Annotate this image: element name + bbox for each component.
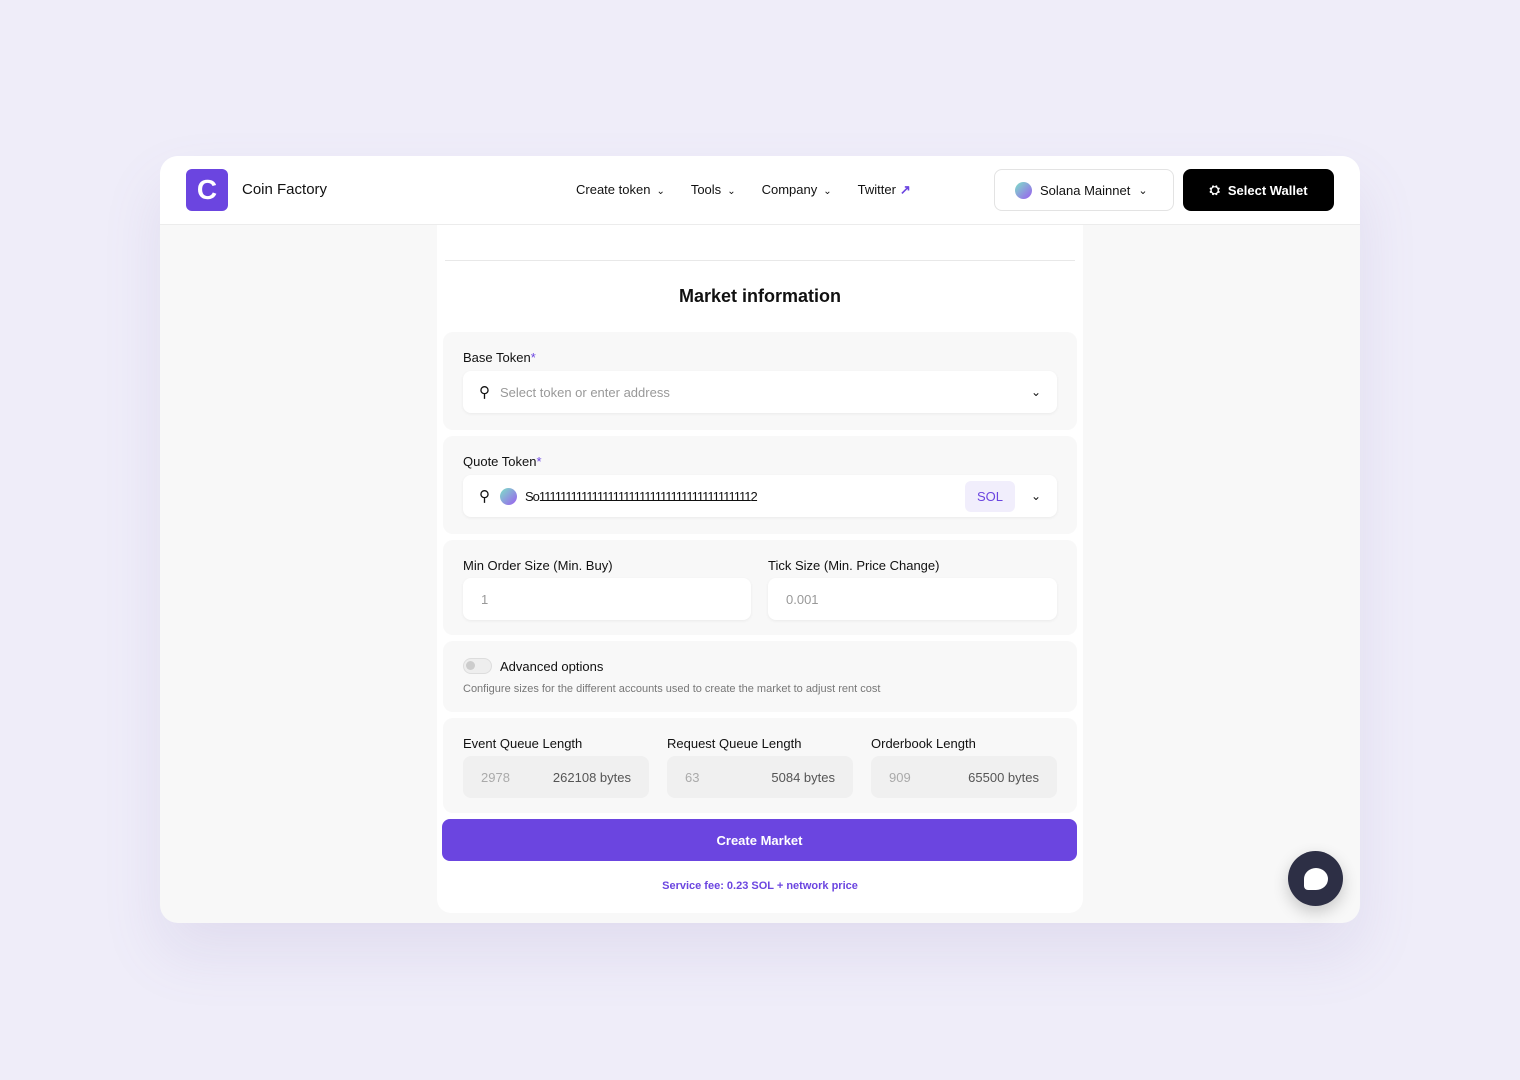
required-mark: *: [536, 454, 542, 469]
queue-bytes: 5084 bytes: [771, 769, 835, 785]
request-queue-input[interactable]: 63 5084 bytes: [667, 756, 853, 798]
solana-icon: [1015, 181, 1032, 199]
placeholder: 0.001: [786, 591, 819, 607]
tick-size-input[interactable]: 0.001: [768, 578, 1057, 620]
chevron-down-icon: ⌄: [823, 186, 832, 197]
main-nav: Create token ⌄ Tools ⌄ Company ⌄ Twitter ↗: [576, 182, 911, 198]
service-fee: Service fee: 0.23 SOL + network price: [662, 880, 858, 892]
quote-token-value: So11111111111111111111111111111111111111…: [525, 488, 758, 504]
chevron-down-icon: ⌄: [1138, 184, 1148, 197]
market-form: Market information Base Token* ⚲ Select …: [437, 225, 1083, 913]
create-market-button[interactable]: Create Market: [442, 819, 1077, 861]
request-queue-label: Request Queue Length: [667, 736, 802, 751]
min-order-input[interactable]: 1: [463, 578, 751, 620]
chevron-down-icon[interactable]: ⌄: [1031, 489, 1041, 503]
network-label: Solana Mainnet: [1040, 182, 1131, 198]
divider: [445, 260, 1075, 261]
nav-create-token[interactable]: Create token ⌄: [576, 182, 665, 198]
page-title: Market information: [678, 286, 842, 306]
chat-bubble-icon: [1303, 867, 1328, 890]
tick-size-label: Tick Size (Min. Price Change): [768, 558, 940, 573]
base-token-section: Base Token* ⚲ Select token or enter addr…: [443, 332, 1077, 430]
chevron-down-icon[interactable]: ⌄: [1031, 385, 1041, 399]
orderbook-label: Orderbook Length: [871, 736, 976, 751]
chat-button[interactable]: [1288, 851, 1343, 906]
orderbook-input[interactable]: 909 65500 bytes: [871, 756, 1057, 798]
queue-value: 63: [685, 769, 700, 785]
search-icon: ⚲: [479, 488, 490, 505]
app-window: C Coin Factory Create token ⌄ Tools ⌄ Comp…: [160, 156, 1360, 923]
nav-label: Twitter: [857, 182, 896, 197]
queue-bytes: 65500 bytes: [968, 769, 1039, 785]
quote-token-input[interactable]: ⚲ So111111111111111111111111111111111111…: [463, 475, 1057, 517]
wallet-icon: ⛭: [1209, 182, 1220, 197]
nav-label: Create token: [576, 182, 651, 197]
min-order-label: Min Order Size (Min. Buy): [463, 558, 613, 573]
advanced-options-toggle[interactable]: [463, 658, 492, 674]
base-token-label: Base Token*: [463, 350, 536, 365]
nav-tools[interactable]: Tools ⌄: [691, 182, 736, 198]
event-queue-input[interactable]: 2978 262108 bytes: [463, 756, 649, 798]
advanced-options-label: Advanced options: [500, 659, 604, 674]
quote-token-section: Quote Token* ⚲ So11111111111111111111111…: [443, 436, 1077, 534]
base-token-input[interactable]: ⚲ Select token or enter address ⌄: [463, 371, 1057, 413]
token-symbol-badge: SOL: [964, 481, 1015, 512]
nav-label: Company: [761, 182, 818, 197]
chevron-down-icon: ⌄: [727, 186, 736, 197]
queue-section: Event Queue Length Request Queue Length …: [443, 718, 1077, 813]
wallet-label: Select Wallet: [1227, 182, 1308, 198]
placeholder: Select token or enter address: [500, 384, 670, 400]
solana-icon: [500, 487, 517, 505]
label-text: Quote Token: [463, 454, 537, 469]
quote-token-label: Quote Token*: [463, 454, 542, 469]
external-arrow-icon: ↗: [899, 182, 911, 197]
queue-value: 2978: [481, 769, 510, 785]
order-size-section: Min Order Size (Min. Buy) Tick Size (Min…: [443, 540, 1077, 635]
queue-bytes: 262108 bytes: [552, 769, 631, 785]
placeholder: 1: [481, 591, 489, 607]
network-select[interactable]: Solana Mainnet ⌄: [994, 169, 1174, 211]
nav-twitter[interactable]: Twitter ↗: [858, 182, 911, 198]
search-icon: ⚲: [479, 384, 490, 401]
advanced-description: Configure sizes for the different accoun…: [463, 683, 881, 695]
advanced-section: Advanced options Configure sizes for the…: [443, 641, 1077, 712]
nav-company[interactable]: Company ⌄: [762, 182, 832, 198]
select-wallet-button[interactable]: ⛭ Select Wallet: [1183, 169, 1334, 211]
chevron-down-icon: ⌄: [656, 186, 665, 197]
header: C Coin Factory Create token ⌄ Tools ⌄ Comp…: [160, 156, 1360, 225]
queue-value: 909: [889, 769, 911, 785]
brand-name[interactable]: Coin Factory: [242, 181, 327, 198]
event-queue-label: Event Queue Length: [463, 736, 583, 751]
logo[interactable]: C: [186, 169, 228, 211]
label-text: Base Token: [463, 350, 531, 365]
nav-label: Tools: [690, 182, 722, 197]
required-mark: *: [530, 350, 536, 365]
